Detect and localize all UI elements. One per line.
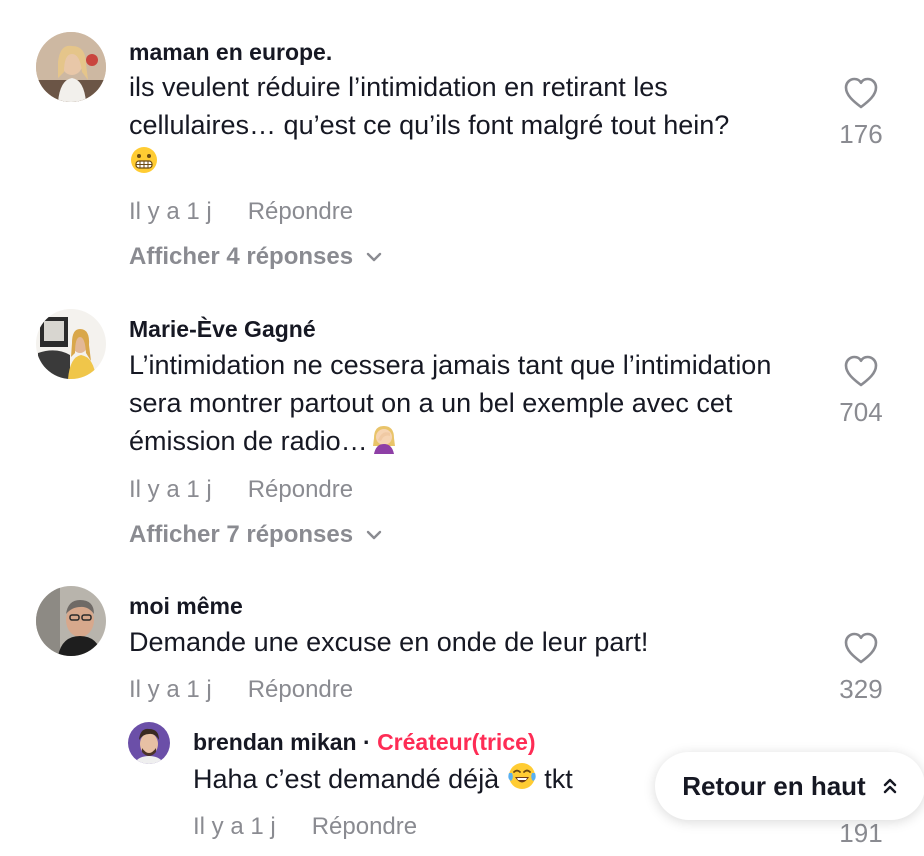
reply-button[interactable]: Répondre bbox=[312, 813, 417, 840]
comment-meta: Il y a 1 j Répondre bbox=[193, 813, 417, 841]
comment-text-body: Haha c’est demandé déjà bbox=[193, 764, 500, 794]
show-replies-button[interactable]: Afficher 7 réponses bbox=[129, 521, 383, 549]
reply-button[interactable]: Répondre bbox=[248, 676, 353, 703]
like-count: 704 bbox=[839, 397, 883, 427]
username[interactable]: maman en europe. bbox=[129, 39, 332, 66]
grimace-emoji-icon bbox=[129, 145, 159, 185]
like-count-partial: 191 bbox=[839, 818, 883, 848]
facepalm-emoji-icon bbox=[368, 422, 400, 464]
chevron-down-icon bbox=[366, 252, 382, 262]
reply-header: brendan mikan · Créateur(trice) bbox=[193, 729, 536, 756]
laughing-tears-emoji-icon bbox=[507, 761, 537, 801]
avatar[interactable] bbox=[36, 32, 106, 102]
comment-text: Demande une excuse en onde de leur part! bbox=[129, 627, 649, 657]
avatar[interactable] bbox=[36, 586, 106, 656]
like-button[interactable]: 176 bbox=[826, 76, 896, 150]
timestamp: Il y a 1 j bbox=[193, 813, 276, 840]
show-replies-label: Afficher 7 réponses bbox=[129, 521, 354, 548]
like-button[interactable]: 329 bbox=[826, 631, 896, 705]
show-replies-button[interactable]: Afficher 4 réponses bbox=[129, 243, 383, 271]
chevron-down-icon bbox=[366, 530, 382, 540]
username[interactable]: Marie-Ève Gagné bbox=[129, 316, 316, 343]
reply-button[interactable]: Répondre bbox=[248, 476, 353, 503]
comment-text: L’intimidation ne cessera jamais tant qu… bbox=[129, 346, 779, 464]
comment-text-body: L’intimidation ne cessera jamais tant qu… bbox=[129, 350, 772, 457]
timestamp: Il y a 1 j bbox=[129, 676, 212, 703]
comment-text-body: ils veulent réduire l’intimidation en re… bbox=[129, 72, 730, 140]
creator-badge: Créateur(trice) bbox=[377, 729, 536, 755]
timestamp: Il y a 1 j bbox=[129, 198, 212, 225]
comment-meta: Il y a 1 j Répondre bbox=[129, 476, 353, 504]
timestamp: Il y a 1 j bbox=[129, 476, 212, 503]
back-to-top-button[interactable]: Retour en haut bbox=[655, 752, 924, 820]
comment-text-tail: tkt bbox=[544, 764, 573, 794]
heart-icon bbox=[844, 632, 878, 664]
like-count: 176 bbox=[839, 119, 883, 149]
separator: · bbox=[363, 729, 371, 755]
comment-meta: Il y a 1 j Répondre bbox=[129, 676, 353, 704]
comment-text: Haha c’est demandé déjà tkt bbox=[193, 760, 653, 801]
double-chevron-up-icon bbox=[883, 778, 896, 794]
comment-meta: Il y a 1 j Répondre bbox=[129, 198, 353, 226]
username[interactable]: moi même bbox=[129, 593, 243, 620]
heart-icon bbox=[844, 77, 878, 109]
username[interactable]: brendan mikan bbox=[193, 729, 357, 755]
back-to-top-label: Retour en haut bbox=[682, 770, 866, 801]
avatar[interactable] bbox=[36, 309, 106, 379]
avatar[interactable] bbox=[128, 722, 170, 764]
reply-button[interactable]: Répondre bbox=[248, 198, 353, 225]
heart-icon bbox=[844, 355, 878, 387]
like-button[interactable]: 704 bbox=[826, 354, 896, 428]
comment-text: ils veulent réduire l’intimidation en re… bbox=[129, 68, 809, 185]
show-replies-label: Afficher 4 réponses bbox=[129, 243, 354, 270]
like-count: 329 bbox=[839, 674, 883, 704]
